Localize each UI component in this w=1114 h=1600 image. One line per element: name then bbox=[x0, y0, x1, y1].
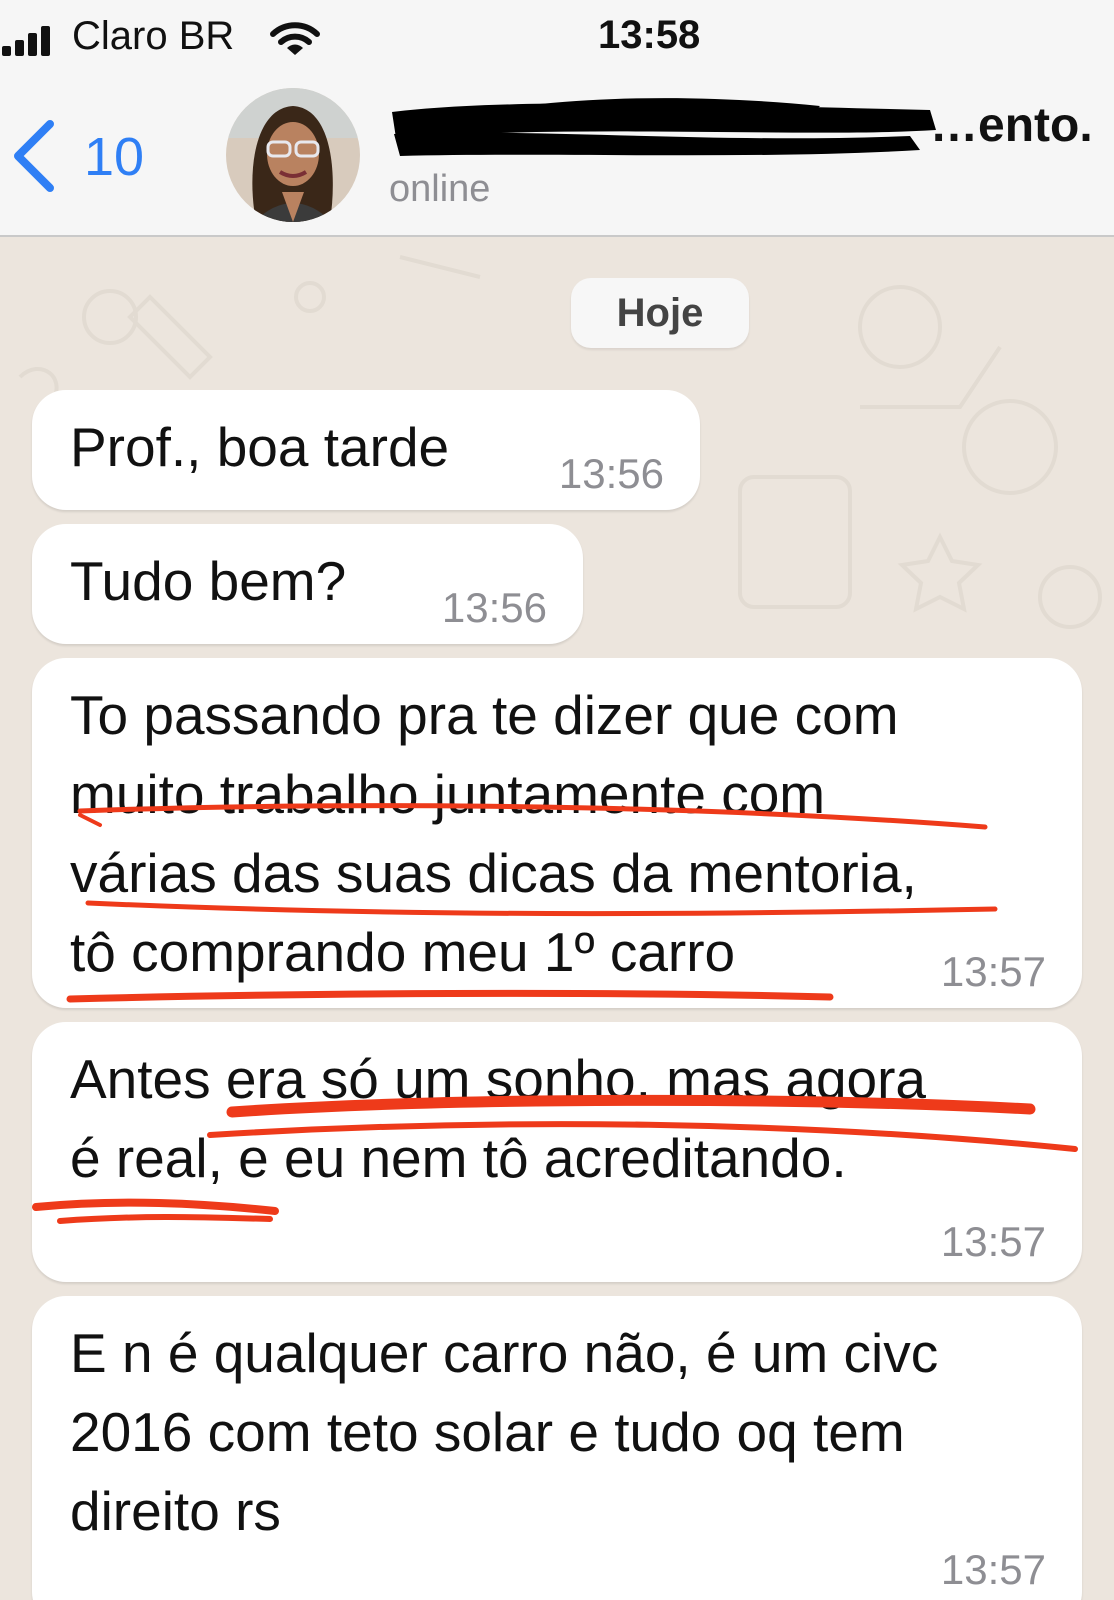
message-bubble[interactable]: E n é qualquer carro não, é um civc 2016… bbox=[32, 1296, 1082, 1600]
message-text: E n é qualquer carro não, é um civc 2016… bbox=[70, 1322, 939, 1542]
back-chevron-icon bbox=[14, 120, 54, 192]
presence-status: online bbox=[389, 168, 491, 210]
message-text: Antes era só um sonho, mas agora é real,… bbox=[70, 1048, 927, 1189]
message-bubble[interactable]: To passando pra te dizer que com muito t… bbox=[32, 658, 1082, 1008]
unread-count: 10 bbox=[84, 127, 145, 187]
status-clock: 13:58 bbox=[598, 13, 701, 57]
message-bubble[interactable]: Antes era só um sonho, mas agora é real,… bbox=[32, 1022, 1082, 1282]
message-bubble[interactable]: Tudo bem? 13:56 bbox=[32, 524, 583, 644]
message-bubble[interactable]: Prof., boa tarde 13:56 bbox=[32, 390, 700, 510]
chat-header: 10 …ento. online bbox=[0, 80, 1114, 237]
message-time: 13:57 bbox=[940, 948, 1046, 995]
wifi-icon bbox=[270, 22, 320, 55]
contact-avatar[interactable] bbox=[226, 88, 360, 222]
contact-name-redacted bbox=[392, 98, 936, 156]
message-time: 13:56 bbox=[441, 584, 547, 631]
date-separator: Hoje bbox=[571, 278, 749, 348]
message-time: 13:56 bbox=[558, 450, 664, 497]
message-time: 13:57 bbox=[940, 1218, 1046, 1265]
chat-area[interactable]: Hoje Prof., boa tarde 13:56 Tudo bem? 13… bbox=[0, 237, 1114, 1600]
message-text: To passando pra te dizer que com muito t… bbox=[70, 684, 917, 983]
cellular-signal-icon bbox=[2, 26, 50, 56]
carrier-name: Claro BR bbox=[72, 14, 235, 58]
contact-name: …ento. bbox=[930, 99, 1093, 152]
message-time: 13:57 bbox=[940, 1546, 1046, 1593]
status-bar: Claro BR 13:58 bbox=[0, 0, 1114, 80]
back-button[interactable]: 10 bbox=[6, 116, 156, 196]
